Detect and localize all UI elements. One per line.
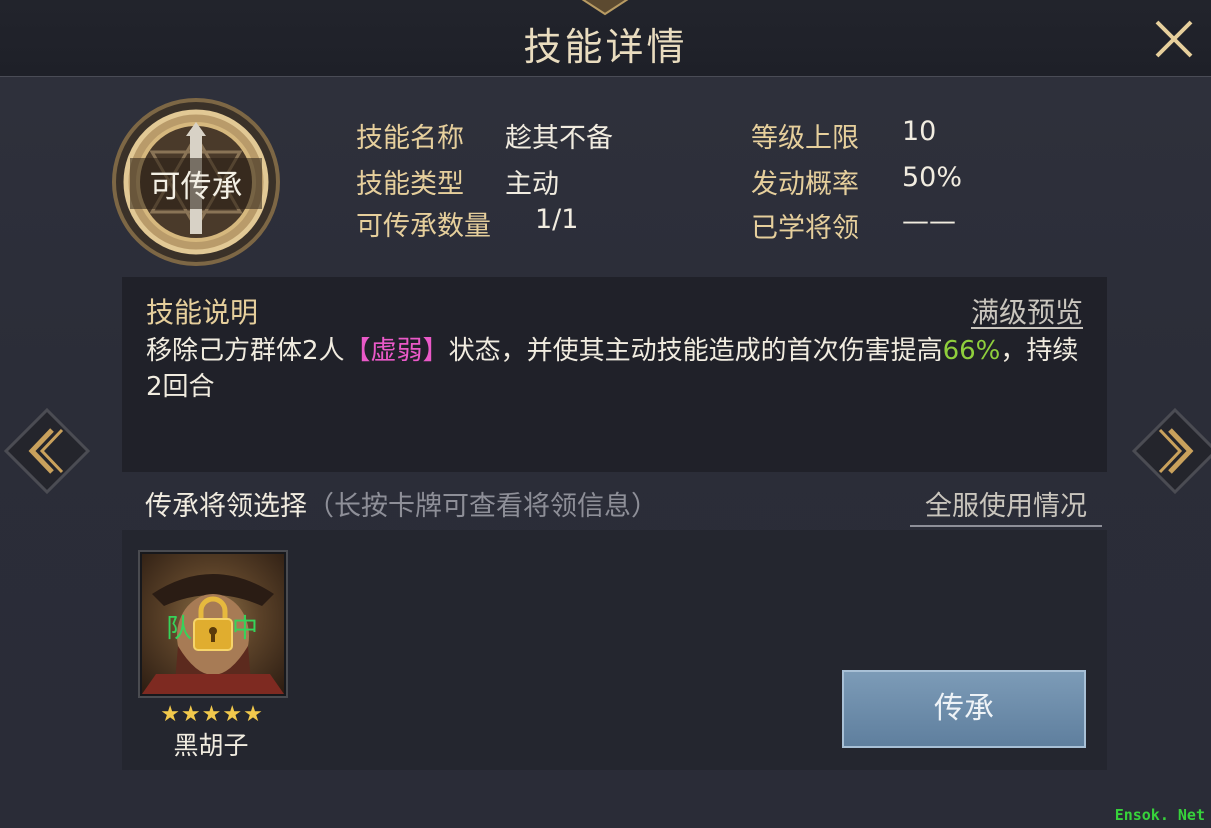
general-star-rating: ★★★★★ bbox=[160, 702, 264, 727]
skill-medallion: 可传承 bbox=[110, 96, 282, 268]
full-level-preview-link[interactable]: 满级预览 bbox=[971, 291, 1083, 331]
level-cap-label: 等级上限 bbox=[751, 123, 859, 154]
skill-type-label: 技能类型 bbox=[356, 169, 464, 200]
inherit-count-value: 1/1 bbox=[535, 204, 579, 235]
skill-name-value: 趁其不备 bbox=[505, 123, 613, 154]
trigger-rate-value: 50% bbox=[902, 162, 963, 193]
title-bar: 技能详情 bbox=[0, 0, 1211, 77]
learned-generals-label: 已学将领 bbox=[751, 213, 859, 244]
inherit-button[interactable]: 传承 bbox=[842, 670, 1086, 748]
page-title: 技能详情 bbox=[523, 25, 688, 69]
description-part-1: 移除己方群体2人 bbox=[146, 336, 345, 366]
general-card[interactable]: 队 中 bbox=[138, 550, 288, 698]
skill-description-panel: 技能说明 满级预览 移除己方群体2人【虚弱】状态，并使其主动技能造成的首次伤害提… bbox=[122, 277, 1107, 472]
trigger-rate-label: 发动概率 bbox=[751, 169, 859, 200]
weak-status-tag: 【虚弱】 bbox=[344, 336, 449, 366]
description-part-2: 状态，并使其主动技能造成的首次伤害提高 bbox=[448, 336, 943, 366]
title-ornament bbox=[581, 0, 629, 16]
inherit-section-title: 传承将领选择（长按卡牌可查看将领信息） bbox=[145, 484, 658, 523]
damage-bonus-value: 66% bbox=[942, 336, 1001, 366]
level-cap-value: 10 bbox=[902, 116, 937, 147]
inherit-title-text: 传承将领选择 bbox=[145, 491, 307, 522]
lock-icon bbox=[193, 596, 233, 651]
description-text: 移除己方群体2人【虚弱】状态，并使其主动技能造成的首次伤害提高66%，持续2回合 bbox=[146, 333, 1086, 405]
skill-type-value: 主动 bbox=[505, 169, 559, 200]
next-arrow-icon[interactable] bbox=[1130, 406, 1211, 496]
team-label-left: 队 bbox=[166, 614, 193, 644]
learned-generals-value: —— bbox=[902, 206, 956, 237]
skill-details-screen: 技能详情 可传承 技能名称 趁其不备 技能类型 主动 可传承数量 1/1 等级上… bbox=[0, 0, 1211, 828]
general-selection-panel: 队 中 ★★★★★ 黑胡子 传承 bbox=[122, 530, 1107, 770]
watermark: Ensok. Net bbox=[1114, 806, 1205, 824]
inherit-hint: （长按卡牌可查看将领信息） bbox=[307, 491, 658, 522]
skill-name-label: 技能名称 bbox=[356, 123, 464, 154]
inherit-count-label: 可传承数量 bbox=[356, 211, 491, 242]
inheritable-badge: 可传承 bbox=[130, 158, 262, 209]
server-usage-link[interactable]: 全服使用情况 bbox=[910, 484, 1102, 527]
previous-arrow-icon[interactable] bbox=[2, 406, 92, 496]
close-icon[interactable] bbox=[1149, 14, 1199, 64]
general-name: 黑胡子 bbox=[173, 731, 249, 760]
description-heading: 技能说明 bbox=[146, 296, 259, 329]
